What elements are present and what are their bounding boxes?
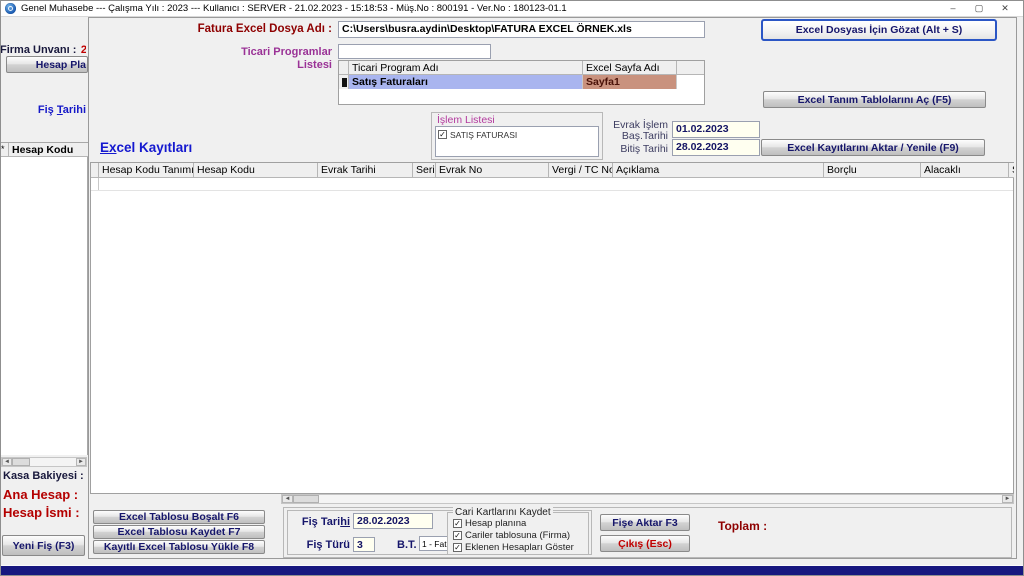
cari-kartlari-fieldset: Cari Kartlarını Kaydet ✓ Hesap planına ✓… [447,507,589,555]
excel-file-path-input[interactable]: C:\Users\busra.aydin\Desktop\FATURA EXCE… [338,21,705,38]
checked-checkbox-icon[interactable]: ✓ [453,543,462,552]
application-window: { "titlebar": { "title": "Genel Muhasebe… [0,0,1024,576]
checkbox-hesap-planina[interactable]: ✓ Hesap planına [453,518,526,529]
records-selector-header [91,163,99,178]
evrak-islem-label-line2: Baş.Tarihi [621,130,668,142]
scroll-left-icon[interactable]: ◄ [282,495,293,503]
titlebar: Genel Muhasebe --- Çalışma Yılı : 2023 -… [0,0,1024,17]
program-adi-cell[interactable]: Satış Faturaları [349,75,583,89]
minimize-icon[interactable]: – [940,0,966,17]
excel-tablosu-kaydet-button[interactable]: Excel Tablosu Kaydet F7 [93,525,265,539]
hesap-kodu-column-header: Hesap Kodu [9,143,89,157]
checked-checkbox-icon[interactable]: ✓ [453,531,462,540]
col-evrak-tarihi: Evrak Tarihi [318,163,413,178]
col-evrak-no: Evrak No [436,163,549,178]
records-empty-row [91,178,1013,191]
ana-hesap-label: Ana Hesap : [3,487,79,502]
program-table: Ticari Program Adı Excel Sayfa Adı Satış… [338,60,705,105]
ticari-programlar-label-line1: Ticari Programlar [241,46,332,58]
scroll-right-icon[interactable]: ► [1002,495,1013,503]
gozat-button[interactable]: Excel Dosyası İçin Gözat (Alt + S) [761,19,997,41]
checkbox-label: Eklenen Hesapları Göster [465,542,574,553]
records-horizontal-scrollbar[interactable]: ◄ ► [281,494,1014,504]
islem-list-item[interactable]: ✓ SATIŞ FATURASI [438,130,517,140]
bt-label: B.T. [397,539,417,551]
excel-tanim-tablolari-button[interactable]: Excel Tanım Tablolarını Aç (F5) [763,91,986,108]
scroll-left-icon[interactable]: ◄ [2,458,12,466]
col-seri: Seri [413,163,436,178]
scrollbar-thumb[interactable] [12,458,30,466]
cari-kartlari-legend: Cari Kartlarını Kaydet [453,507,553,518]
program-adi-header: Ticari Program Adı [349,61,583,75]
yeni-fis-button[interactable]: Yeni Fiş (F3) [2,535,85,556]
checkbox-label: Hesap planına [465,518,527,529]
checkbox-cariler-tablosuna[interactable]: ✓ Cariler tablosuna (Firma) [453,530,570,541]
excel-kayitlarini-aktar-button[interactable]: Excel Kayıtlarını Aktar / Yenile (F9) [761,139,985,156]
scrollbar-track[interactable] [30,458,76,466]
bitis-tarihi-input[interactable]: 28.02.2023 [672,139,760,156]
fis-turu-input[interactable]: 3 [353,537,375,552]
col-borclu: Borçlu [824,163,921,178]
bitis-tarihi-label: Bitiş Tarihi [620,143,668,155]
fis-tarihi-input[interactable]: 28.02.2023 [353,513,433,529]
fis-turu-label: Fiş Türü [306,539,350,551]
islem-item-label: SATIŞ FATURASI [450,129,518,140]
kayitli-excel-yukle-button[interactable]: Kayıtlı Excel Tablosu Yükle F8 [93,540,265,554]
col-vergi-tc-no: Vergi / TC No [549,163,613,178]
cikis-button[interactable]: Çıkış (Esc) [600,535,690,552]
ticari-programlar-label-line2: Listesi [297,59,332,71]
fatura-excel-dosya-label: Fatura Excel Dosya Adı : [197,23,332,35]
fis-tarihi-label: Fiş Tarihi [37,104,86,116]
bas-tarihi-input[interactable]: 01.02.2023 [672,121,760,138]
app-icon [5,3,16,14]
hesap-plani-button[interactable]: Hesap Pla [6,56,88,73]
records-table: Hesap Kodu Tanımı Hesap Kodu Evrak Tarih… [90,162,1014,494]
current-row-marker-icon [342,78,347,87]
excel-tablosu-bosalt-button[interactable]: Excel Tablosu Boşalt F6 [93,510,265,524]
firma-unvani-value: 2 [80,44,86,56]
hesap-kodu-list[interactable] [0,157,88,455]
scrollbar-thumb[interactable] [293,495,319,503]
program-table-header-row: Ticari Program Adı Excel Sayfa Adı [339,61,704,75]
checked-checkbox-icon[interactable]: ✓ [438,130,447,139]
window-title: Genel Muhasebe --- Çalışma Yılı : 2023 -… [21,3,567,14]
sayfa-adi-header: Excel Sayfa Adı [583,61,677,75]
records-header-row: Hesap Kodu Tanımı Hesap Kodu Evrak Tarih… [91,163,1014,178]
row-filler [677,75,704,89]
checked-checkbox-icon[interactable]: ✓ [453,519,462,528]
bottom-accent-bar [0,565,1024,576]
kasa-bakiyesi-label: Kasa Bakiyesi : [3,470,84,482]
col-aciklama: Açıklama [613,163,824,178]
program-table-row[interactable]: Satış Faturaları Sayfa1 [339,75,704,89]
toplam-label: Toplam : [718,519,768,533]
fise-aktar-button[interactable]: Fişe Aktar F3 [600,514,690,531]
sayfa-adi-cell[interactable]: Sayfa1 [583,75,677,89]
empty-row-selector [91,178,99,190]
hesap-kodu-header-row: * Hesap Kodu [0,142,89,157]
row-selector-header [339,61,349,75]
checkbox-label: Cariler tablosuna (Firma) [465,530,571,541]
hesap-ismi-label: Hesap İsmi : [3,505,80,520]
fis-tarihi-bottom-label: Fiş Tarihi [301,516,350,528]
selector-column-header: * [0,143,9,157]
excel-kayitlari-title: Excel Kayıtları [100,140,193,155]
islem-listesi-label: İşlem Listesi [437,114,495,126]
header-filler [677,61,704,75]
col-alacakli: Alacaklı [921,163,1009,178]
row-selector-cell[interactable] [339,75,349,89]
col-hesap-kodu: Hesap Kodu [194,163,318,178]
col-stok: Sto [1009,163,1014,178]
scroll-right-icon[interactable]: ► [76,458,86,466]
close-icon[interactable]: ✕ [992,0,1018,17]
checkbox-eklenen-hesaplari[interactable]: ✓ Eklenen Hesapları Göster [453,542,574,553]
ticari-filter-input[interactable] [338,44,491,59]
belge-turu-value: 1 - Fat [422,538,447,549]
col-hesap-kodu-tanimi: Hesap Kodu Tanımı [99,163,194,178]
maximize-icon[interactable]: ▢ [966,0,992,17]
sidebar-horizontal-scrollbar[interactable]: ◄ ► [1,457,87,467]
scrollbar-track[interactable] [319,495,1002,503]
